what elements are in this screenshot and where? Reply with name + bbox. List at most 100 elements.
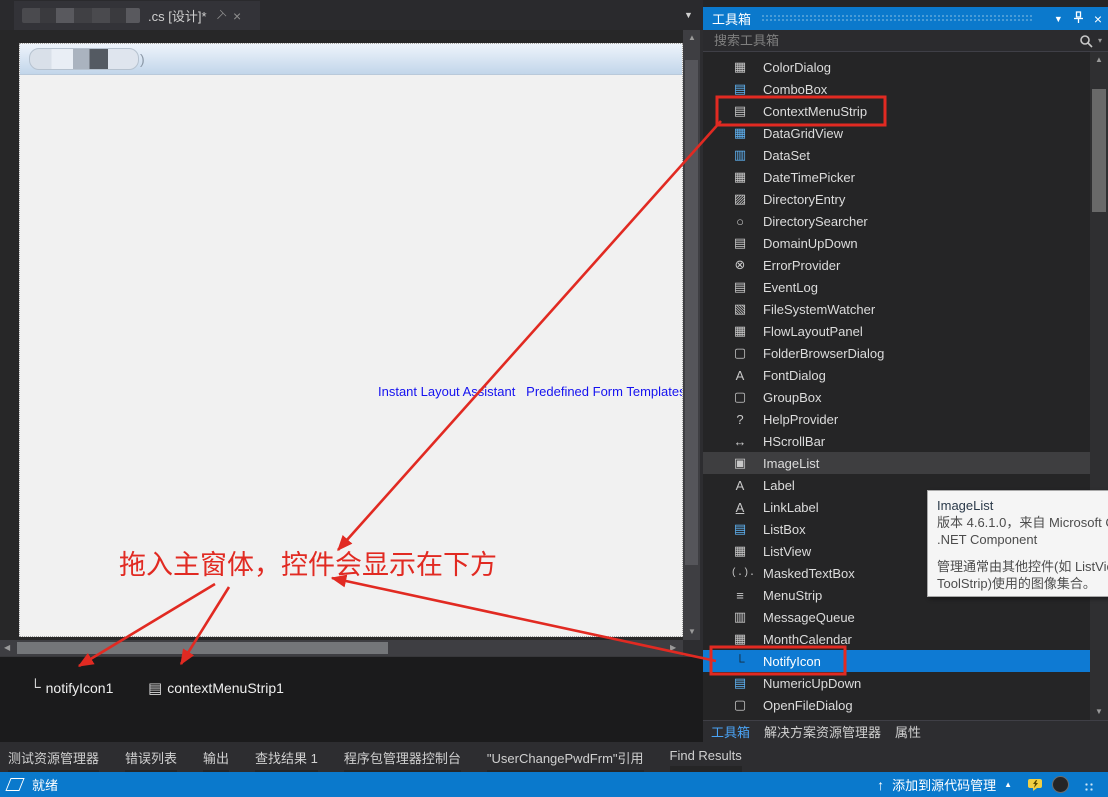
- toolbox-item-label: NotifyIcon: [763, 654, 821, 669]
- toolbox-scrollbar[interactable]: ▲ ▼: [1090, 52, 1108, 720]
- font-dialog-icon: A: [731, 368, 749, 383]
- pin-icon: [1073, 11, 1084, 24]
- toolbox-item-label: FolderBrowserDialog: [763, 346, 884, 361]
- toolbox-item-datetimepicker[interactable]: ▦DateTimePicker: [703, 166, 1090, 188]
- feedback-bubble-icon: [1028, 778, 1044, 792]
- toolbox-item-eventlog[interactable]: ▤ EventLog: [703, 276, 1090, 298]
- scroll-down-icon[interactable]: ▼: [688, 628, 696, 636]
- scroll-left-icon[interactable]: ◀: [4, 644, 10, 652]
- toolbox-item-filesystemwatcher[interactable]: ▧FileSystemWatcher: [703, 298, 1090, 320]
- toolbox-item-label: DataGridView: [763, 126, 843, 141]
- pin-icon[interactable]: ⊤: [211, 7, 228, 24]
- date-time-picker-icon: ▦: [731, 169, 749, 185]
- component-tray[interactable]: └ notifyIcon1 ▤ contextMenuStrip1: [0, 656, 703, 743]
- toolbox-item-numericupdown[interactable]: ▤NumericUpDown: [703, 672, 1090, 694]
- search-icon[interactable]: [1079, 34, 1093, 48]
- toolbox-item-errorprovider[interactable]: ⊗ErrorProvider: [703, 254, 1090, 276]
- vertical-scroll-thumb[interactable]: [685, 60, 698, 565]
- toolbox-titlebar[interactable]: 工具箱 ▼ ×: [703, 7, 1108, 30]
- tooltip-description-line2: ToolStrip)使用的图像集合。: [937, 575, 1108, 592]
- toolbox-item-label: GroupBox: [763, 390, 822, 405]
- toolbox-item-label: MaskedTextBox: [763, 566, 855, 581]
- toolbox-search-row[interactable]: ▾: [703, 30, 1108, 52]
- scroll-down-icon[interactable]: ▼: [1095, 708, 1103, 716]
- label-icon: A: [731, 478, 749, 493]
- event-log-icon: ▤: [731, 279, 749, 295]
- form-title-paren: ): [140, 51, 145, 67]
- toolbox-item-openfiledialog[interactable]: ▢ OpenFileDialog: [703, 694, 1090, 716]
- panel-tab-6[interactable]: Find Results: [670, 748, 742, 772]
- directory-entry-icon: ▨: [731, 191, 749, 207]
- toolbox-item-directorysearcher[interactable]: ○DirectorySearcher: [703, 210, 1090, 232]
- toolbox-search-input[interactable]: [712, 32, 1079, 49]
- domain-up-down-icon: ▤: [731, 235, 749, 251]
- designer-horizontal-scrollbar[interactable]: ◀ ▶: [0, 640, 683, 656]
- list-view-icon: ▦: [731, 543, 749, 559]
- document-tabstrip: .cs [设计]* ⊤ × ▼: [0, 0, 703, 30]
- link-label-icon: A: [731, 500, 749, 515]
- combo-box-icon: ▤: [731, 81, 749, 97]
- menu-strip-icon: ≡: [731, 588, 749, 603]
- toolbox-title: 工具箱: [712, 9, 751, 28]
- toolbox-item-label: DirectoryEntry: [763, 192, 845, 207]
- toolbox-item-folderbrowserdialog[interactable]: ▢ FolderBrowserDialog: [703, 342, 1090, 364]
- toolbox-item-imagelist[interactable]: ▣ImageList: [703, 452, 1090, 474]
- toolbox-item-label: EventLog: [763, 280, 818, 295]
- tray-item-contextmenustrip1[interactable]: ▤ contextMenuStrip1: [148, 679, 284, 697]
- form-titlebar: ): [20, 44, 682, 75]
- toolbox-scroll-thumb[interactable]: [1092, 89, 1106, 212]
- close-icon[interactable]: ×: [233, 9, 241, 23]
- open-file-dialog-icon: ▢: [731, 697, 749, 713]
- titlebar-grip: [761, 14, 1034, 23]
- tray-item-notifyicon1[interactable]: └ notifyIcon1: [30, 679, 113, 696]
- toolbox-item-label: HScrollBar: [763, 434, 825, 449]
- publish-arrow-up-icon[interactable]: ↑: [877, 777, 884, 793]
- toolbox-item-label: FileSystemWatcher: [763, 302, 875, 317]
- resize-grip[interactable]: [1083, 781, 1094, 792]
- toolbox-item-notifyicon[interactable]: └NotifyIcon: [703, 650, 1090, 672]
- toolbox-item-label: HelpProvider: [763, 412, 838, 427]
- auto-hide-pin-icon[interactable]: [1073, 11, 1084, 27]
- toolbox-item-messagequeue[interactable]: ▥MessageQueue: [703, 606, 1090, 628]
- instant-layout-assistant-links[interactable]: Instant Layout Assistant Predefined Form…: [378, 384, 683, 399]
- toolbox-item-datagridview[interactable]: ▦DataGridView: [703, 122, 1090, 144]
- toolbox-item-monthcalendar[interactable]: ▦MonthCalendar: [703, 628, 1090, 650]
- toolbox-item-colordialog[interactable]: ▦ColorDialog: [703, 56, 1090, 78]
- document-list-chevron-down-icon[interactable]: ▼: [684, 10, 693, 20]
- search-options-chevron-down-icon[interactable]: ▾: [1098, 36, 1102, 45]
- toolbox-item-dataset[interactable]: ▥DataSet: [703, 144, 1090, 166]
- account-avatar[interactable]: [1052, 776, 1069, 793]
- document-tab[interactable]: .cs [设计]* ⊤ ×: [14, 1, 260, 30]
- toolbox-item-fontdialog[interactable]: AFontDialog: [703, 364, 1090, 386]
- toolbox-item-hscrollbar[interactable]: ↔HScrollBar: [703, 430, 1090, 452]
- source-control-expand-icon[interactable]: ▲: [1004, 780, 1012, 789]
- toolbox-item-label: DataSet: [763, 148, 810, 163]
- horizontal-scroll-thumb[interactable]: [17, 642, 388, 654]
- folder-browser-dialog-icon: ▢: [731, 345, 749, 361]
- error-provider-icon: ⊗: [731, 257, 749, 273]
- scroll-up-icon[interactable]: ▲: [688, 34, 696, 42]
- add-to-source-control-button[interactable]: 添加到源代码管理: [892, 775, 996, 794]
- toolbox-item-domainupdown[interactable]: ▤DomainUpDown: [703, 232, 1090, 254]
- toolbox-item-label: ImageList: [763, 456, 819, 471]
- toolbox-item-helpprovider[interactable]: ?HelpProvider: [703, 408, 1090, 430]
- scroll-right-icon[interactable]: ▶: [670, 644, 676, 652]
- directory-searcher-icon: ○: [731, 214, 749, 229]
- masked-text-box-icon: (.).: [731, 568, 749, 579]
- toolbox-item-directoryentry[interactable]: ▨ DirectoryEntry: [703, 188, 1090, 210]
- close-icon[interactable]: ×: [1094, 11, 1102, 27]
- toolbox-item-flowlayoutpanel[interactable]: ▦FlowLayoutPanel: [703, 320, 1090, 342]
- context-menu-strip-icon: ▤: [731, 103, 749, 119]
- toolbox-item-contextmenustrip[interactable]: ▤ContextMenuStrip: [703, 100, 1090, 122]
- tool-window-tab-工具箱[interactable]: 工具箱: [711, 722, 750, 741]
- toolbox-item-groupbox[interactable]: ▢GroupBox: [703, 386, 1090, 408]
- feedback-icon[interactable]: [1028, 778, 1044, 792]
- scroll-up-icon[interactable]: ▲: [1095, 56, 1103, 64]
- designer-vertical-scrollbar[interactable]: ▲ ▼: [683, 30, 700, 640]
- toolbox-item-combobox[interactable]: ▤ComboBox: [703, 78, 1090, 100]
- list-box-icon: ▤: [731, 521, 749, 537]
- toolbox-item-label: OpenFileDialog: [763, 698, 853, 713]
- tool-window-tab-解决方案资源管理器[interactable]: 解决方案资源管理器: [764, 722, 881, 741]
- window-position-chevron-down-icon[interactable]: ▼: [1054, 14, 1063, 24]
- tool-window-tab-属性[interactable]: 属性: [895, 722, 921, 741]
